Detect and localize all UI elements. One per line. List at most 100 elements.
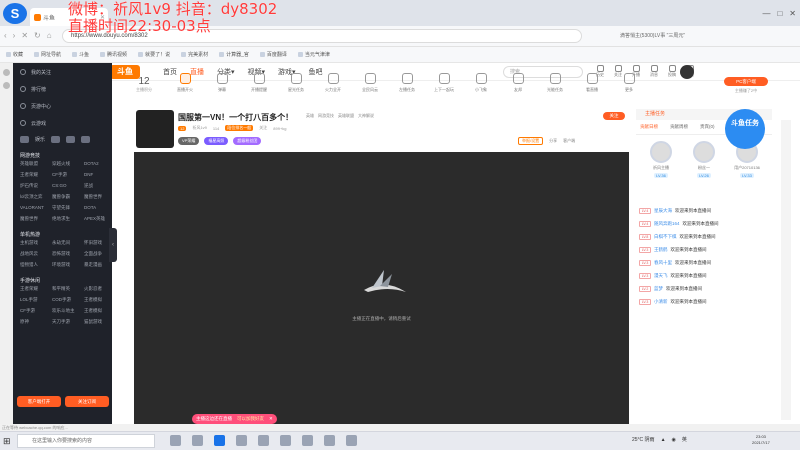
sidebar-history-icon[interactable] bbox=[3, 82, 10, 89]
chat-username[interactable]: 白棋不下棋 bbox=[654, 234, 677, 240]
vip-badge[interactable]: VP荣耀 bbox=[178, 137, 200, 145]
home-icon[interactable]: ⌂ bbox=[47, 31, 52, 40]
category-item[interactable]: 更多 bbox=[616, 73, 642, 93]
close-page-icon[interactable]: ✕ bbox=[21, 31, 28, 40]
game-link[interactable]: 魔兽争霸 bbox=[52, 194, 84, 200]
game-link[interactable]: 守望先锋 bbox=[52, 205, 84, 211]
window-close-icon[interactable]: ✕ bbox=[789, 9, 796, 18]
left-menu-item[interactable]: 页游中心 bbox=[13, 98, 112, 114]
back-icon[interactable]: ‹ bbox=[4, 31, 7, 40]
pc-client-button[interactable]: PC客户端 bbox=[724, 77, 768, 86]
promo-pill[interactable]: 主播这边还在直播 可以加我好友 ✕ bbox=[192, 414, 277, 424]
pill-close-icon[interactable]: ✕ bbox=[269, 416, 273, 422]
game-link[interactable]: 全面战争 bbox=[84, 251, 112, 257]
bookmark-item[interactable]: 完美素材 bbox=[181, 51, 208, 58]
task-badge[interactable]: 斗鱼任务 bbox=[725, 109, 765, 149]
chat-username[interactable]: 王鹤鹤 bbox=[654, 247, 668, 253]
game-link[interactable]: 绝地求生 bbox=[52, 216, 84, 222]
chat-username[interactable]: 漫天飞 bbox=[654, 273, 668, 279]
windows-start-icon[interactable]: ⊞ bbox=[3, 436, 11, 447]
game-link[interactable]: 王者模拟 bbox=[84, 308, 112, 314]
game-link[interactable]: 逆战 bbox=[84, 183, 112, 189]
category-item[interactable]: 小飞象 bbox=[468, 73, 494, 93]
subscribe-button[interactable]: 关注订阅 bbox=[65, 396, 109, 407]
game-controller-icon[interactable] bbox=[20, 136, 29, 143]
category-item[interactable]: 光能任务 bbox=[542, 73, 568, 93]
game-link[interactable]: 炉石传说 bbox=[20, 183, 52, 189]
game-link[interactable]: 和平精英 bbox=[52, 286, 84, 292]
vr-icon[interactable] bbox=[81, 136, 91, 143]
taskbar-search-input[interactable]: 在这里输入你要搜索的内容 bbox=[17, 434, 155, 448]
game-link[interactable]: 英雄联盟 bbox=[20, 161, 52, 167]
bookmark-item[interactable]: 计算器_官 bbox=[219, 51, 249, 58]
game-link[interactable]: DOTA bbox=[84, 205, 112, 211]
forward-icon[interactable]: › bbox=[13, 31, 16, 40]
game-link[interactable]: 永劫无间 bbox=[52, 240, 84, 246]
chat-username[interactable]: 星辰大海 bbox=[654, 208, 672, 214]
game-link[interactable]: 火影忍者 bbox=[84, 286, 112, 292]
room-tag[interactable]: 大神解说 bbox=[358, 113, 374, 119]
game-link[interactable]: lol云顶之弈 bbox=[20, 194, 52, 200]
chat-username[interactable]: 春风十里 bbox=[654, 260, 672, 266]
game-link[interactable]: DNF bbox=[84, 172, 112, 178]
maximize-icon[interactable]: □ bbox=[777, 9, 782, 18]
room-tag[interactable]: 英雄 bbox=[306, 113, 314, 119]
category-item[interactable]: 直播开火 bbox=[172, 73, 198, 93]
rank-card[interactable]: 粉丝一 LV.26 bbox=[685, 141, 723, 191]
game-link[interactable]: 王者荣耀 bbox=[20, 172, 52, 178]
open-client-button[interactable]: 客户端打开 bbox=[17, 396, 61, 407]
fan-club-badge[interactable]: 超级粉丝团 bbox=[233, 137, 262, 145]
report-button[interactable]: 举报/设置 bbox=[518, 137, 544, 145]
bookmark-item[interactable]: 腾讯视频 bbox=[100, 51, 127, 58]
streamer-avatar[interactable] bbox=[136, 110, 174, 148]
streamer-name[interactable]: 祈风1v9 bbox=[192, 125, 206, 131]
category-item[interactable]: 看直播 bbox=[579, 73, 605, 93]
game-link[interactable]: 王者模拟 bbox=[84, 297, 112, 303]
category-item[interactable]: 火力全开 bbox=[320, 73, 346, 93]
game-link[interactable]: 欢乐斗地主 bbox=[52, 308, 84, 314]
chat-app-icon[interactable] bbox=[258, 435, 269, 446]
taskbar-clock[interactable]: 23:03 2021/7/17 bbox=[752, 434, 770, 446]
game-app-icon[interactable] bbox=[280, 435, 291, 446]
bookmark-item[interactable]: 收藏 bbox=[6, 51, 23, 58]
bookmark-item[interactable]: 就要了！说 bbox=[138, 51, 170, 58]
game-link[interactable]: 猫鼠游戏 bbox=[84, 319, 112, 325]
chat-username[interactable]: 小清新 bbox=[654, 299, 668, 305]
left-menu-item[interactable]: 排行榜 bbox=[13, 81, 112, 97]
ime-lang[interactable]: 英 bbox=[682, 436, 687, 443]
game-link[interactable]: LOL手游 bbox=[20, 297, 52, 303]
game-link[interactable]: 王者荣耀 bbox=[20, 286, 52, 292]
game-link[interactable]: CF手游 bbox=[52, 172, 84, 178]
rank-tab[interactable]: 贵宾(0) bbox=[700, 124, 715, 130]
game-link[interactable]: DOTA2 bbox=[84, 161, 112, 167]
game-link[interactable]: 天刀手游 bbox=[52, 319, 84, 325]
client-button[interactable]: 客户端 bbox=[563, 138, 575, 144]
game-link[interactable]: APEX英雄 bbox=[84, 216, 112, 222]
lucky-badge[interactable]: 福星高照 bbox=[204, 137, 229, 145]
category-item[interactable]: 弹幕 bbox=[209, 73, 235, 93]
game-link[interactable]: 战地风云 bbox=[20, 251, 52, 257]
obs-app-icon[interactable] bbox=[302, 435, 313, 446]
category-item[interactable]: 星光任务 bbox=[283, 73, 309, 93]
game-link[interactable]: CS:GO bbox=[52, 183, 84, 189]
game-link[interactable]: COD手游 bbox=[52, 297, 84, 303]
game-link[interactable]: VALORANT bbox=[20, 205, 52, 211]
left-menu-item[interactable]: 我的关注 bbox=[13, 64, 112, 80]
tool-app-icon[interactable] bbox=[324, 435, 335, 446]
game-link[interactable]: 穿越火线 bbox=[52, 161, 84, 167]
room-tag[interactable]: 网游竞技 bbox=[318, 113, 334, 119]
room-tag[interactable]: 英雄联盟 bbox=[338, 113, 354, 119]
music-app-icon[interactable] bbox=[346, 435, 357, 446]
video-player[interactable]: 主播正在直播中，请稍后重试 主播这边还在直播 可以加我好友 ✕ bbox=[134, 152, 629, 424]
category-item[interactable]: 开播提醒 bbox=[246, 73, 272, 93]
collapse-menu-handle[interactable]: ‹ bbox=[109, 228, 117, 262]
right-scrollbar[interactable] bbox=[781, 120, 791, 420]
game-link[interactable]: CF手游 bbox=[20, 308, 52, 314]
game-link[interactable]: 魔兽世界 bbox=[20, 216, 52, 222]
left-menu-item[interactable]: 云游戏 bbox=[13, 115, 112, 131]
minimize-icon[interactable]: — bbox=[762, 9, 770, 18]
bookmark-item[interactable]: 网址导航 bbox=[34, 51, 61, 58]
game-link[interactable]: 恐怖游戏 bbox=[52, 251, 84, 257]
weather-text[interactable]: 25°C 阴雨 bbox=[632, 436, 655, 443]
category-item[interactable]: 左播任务 bbox=[394, 73, 420, 93]
